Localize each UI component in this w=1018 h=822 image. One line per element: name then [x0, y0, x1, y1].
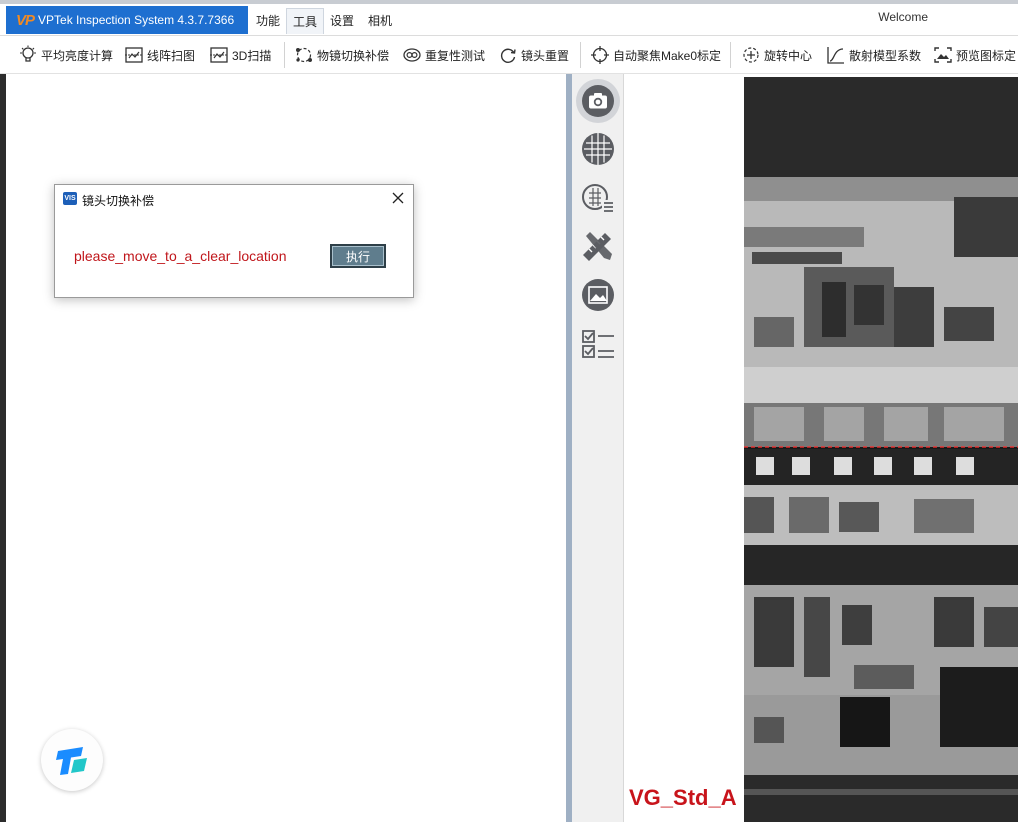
bulb-icon: [20, 45, 36, 62]
assistant-logo-icon: [56, 747, 87, 775]
dialog-title: 镜头切换补偿: [82, 194, 155, 208]
measure-tool-button[interactable]: [576, 224, 620, 268]
tool-preview-calibration[interactable]: 预览图标定: [933, 42, 1016, 68]
recipe-label: VG_Std_A: [629, 785, 737, 810]
ruler-pencil-icon: [583, 232, 612, 261]
dialog-message: please_move_to_a_clear_location: [74, 248, 287, 264]
crosshair-icon: [591, 46, 609, 64]
image-frame-icon: [582, 279, 614, 311]
reset-icon: [500, 48, 516, 63]
app-icon: VIS: [63, 192, 77, 205]
preview-calibrate-icon: [934, 47, 952, 63]
toolbar-separator: [580, 42, 581, 68]
tool-label: 镜头重置: [521, 48, 570, 63]
floating-assistant-button[interactable]: [41, 729, 103, 791]
tool-label: 重复性测试: [425, 48, 486, 63]
close-icon: [392, 192, 404, 204]
toolbar-separator: [730, 42, 731, 68]
tool-lens-switch-compensation[interactable]: 物镜切换补偿: [294, 42, 389, 68]
tool-repeatability-test[interactable]: 重复性测试: [402, 42, 485, 68]
curve-icon: [827, 47, 844, 64]
tool-label: 线阵扫图: [147, 48, 196, 63]
execute-button[interactable]: 执行: [330, 244, 386, 268]
tool-label: 物镜切换补偿: [317, 48, 390, 63]
checklist-icon: [582, 330, 614, 358]
close-button[interactable]: [389, 189, 407, 207]
app-title: VPTek Inspection System 4.3.7.7366: [38, 13, 235, 27]
tool-label: 散射模型系数: [849, 48, 922, 63]
lens-switch-compensation-dialog: VIS 镜头切换补偿 please_move_to_a_clear_locati…: [54, 184, 414, 298]
tool-3d-scan[interactable]: 3D扫描: [209, 42, 271, 68]
menu-tab-settings[interactable]: 设置: [324, 8, 360, 34]
menu-tab-function[interactable]: 功能: [250, 8, 286, 34]
grid-list-icon: [582, 184, 614, 213]
repeat-test-icon: [403, 48, 421, 62]
tool-label: 3D扫描: [232, 48, 272, 63]
image-view-button[interactable]: [576, 273, 620, 317]
image-tool-sidebar: [572, 74, 624, 822]
tool-rotation-center[interactable]: 旋转中心: [741, 42, 812, 68]
rotation-center-icon: [743, 47, 759, 63]
image-viewer[interactable]: VG_Std_A: [625, 77, 1018, 822]
camera-icon: [582, 85, 614, 117]
toolbar-separator: [284, 42, 285, 68]
tool-label: 平均亮度计算: [41, 48, 114, 63]
tool-average-brightness[interactable]: 平均亮度计算: [18, 42, 113, 68]
tool-scatter-model-coefficient[interactable]: 散射模型系数: [826, 42, 921, 68]
camera-capture-button[interactable]: [576, 79, 620, 123]
tool-label: 旋转中心: [764, 48, 813, 63]
camera-image[interactable]: [744, 77, 1018, 822]
tool-label: 自动聚焦Make0标定: [613, 48, 722, 63]
grid-list-button[interactable]: [576, 176, 620, 220]
tool-autofocus-make0-calibration[interactable]: 自动聚焦Make0标定: [590, 42, 721, 68]
scan-3d-icon: [210, 47, 228, 63]
menu-tab-tools[interactable]: 工具: [286, 8, 325, 34]
welcome-text: Welcome: [878, 10, 928, 24]
dialog-titlebar[interactable]: VIS 镜头切换补偿: [55, 185, 413, 213]
checklist-button[interactable]: [576, 322, 620, 366]
grid-sphere-icon: [582, 133, 614, 165]
menu-bar: VP VPTek Inspection System 4.3.7.7366 功能…: [0, 4, 1018, 36]
line-scan-icon: [125, 47, 143, 63]
app-logo: VP: [16, 11, 35, 29]
toolbar: 平均亮度计算 线阵扫图 3D扫描 物镜切换补偿 重复性测试 镜头重置 自动聚焦M…: [0, 36, 1018, 74]
grid-sphere-button[interactable]: [576, 127, 620, 171]
tool-line-scan[interactable]: 线阵扫图: [124, 42, 195, 68]
app-brand: VP VPTek Inspection System 4.3.7.7366: [6, 6, 248, 34]
lens-switch-icon: [296, 47, 312, 63]
menu-tab-camera[interactable]: 相机: [362, 8, 398, 34]
tool-label: 预览图标定: [956, 48, 1017, 63]
pcb-image: [744, 77, 1018, 822]
tool-lens-reset[interactable]: 镜头重置: [498, 42, 569, 68]
